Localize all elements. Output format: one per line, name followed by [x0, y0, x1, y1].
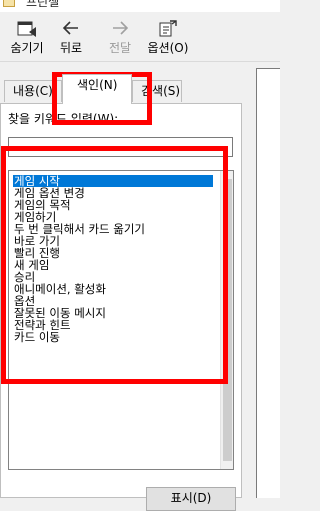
hide-button[interactable]: 숨기기: [2, 20, 52, 60]
hide-label: 숨기기: [10, 41, 44, 55]
keyword-label: 찾을 키워드 입력(W):: [8, 112, 119, 126]
nav-tabs: 내용(C) 색인(N) 검색(S): [0, 70, 246, 104]
list-item[interactable]: 새 게임: [13, 259, 213, 271]
hide-icon: [2, 20, 52, 40]
scrollbar-thumb[interactable]: [223, 179, 232, 461]
tab-contents-label: 내용(C): [13, 84, 53, 98]
tab-index-label: 색인(N): [77, 78, 118, 92]
topic-content-pane: [256, 68, 280, 498]
keyword-input[interactable]: [8, 137, 233, 157]
forward-label: 전달: [108, 41, 132, 55]
list-scrollbar[interactable]: [220, 171, 233, 469]
tab-contents[interactable]: 내용(C): [4, 80, 62, 102]
back-button[interactable]: 뒤로: [46, 20, 96, 60]
content-pane-edge: [246, 62, 280, 498]
display-button[interactable]: 표시(D): [146, 487, 236, 511]
forward-button[interactable]: 전달: [95, 20, 145, 60]
help-app-icon: [3, 0, 15, 7]
forward-arrow-icon: [95, 20, 145, 40]
back-arrow-icon: [46, 20, 96, 40]
options-label: 옵션(O): [147, 41, 189, 55]
window-title: 프린셀: [26, 0, 60, 9]
title-bar: 프린셀: [0, 0, 280, 12]
list-item[interactable]: 카드 이동: [13, 331, 213, 343]
back-label: 뒤로: [59, 41, 83, 55]
index-listbox[interactable]: 게임 시작 게임 옵션 변경 게임의 목적 게임하기 두 번 클릭해서 카드 옮기기 바로…: [8, 170, 234, 470]
tab-search-label: 검색(S): [141, 84, 181, 98]
tab-index[interactable]: 색인(N): [62, 74, 132, 104]
options-button[interactable]: 옵션(O): [143, 20, 193, 60]
options-icon: [143, 20, 193, 40]
list-item[interactable]: 애니메이션, 활성화: [13, 283, 213, 295]
toolbar: 숨기기 뒤로 전달 옵션(O): [0, 12, 280, 62]
index-list: 게임 시작 게임 옵션 변경 게임의 목적 게임하기 두 번 클릭해서 카드 옮기기 바로…: [13, 175, 213, 343]
tab-search[interactable]: 검색(S): [132, 80, 182, 102]
